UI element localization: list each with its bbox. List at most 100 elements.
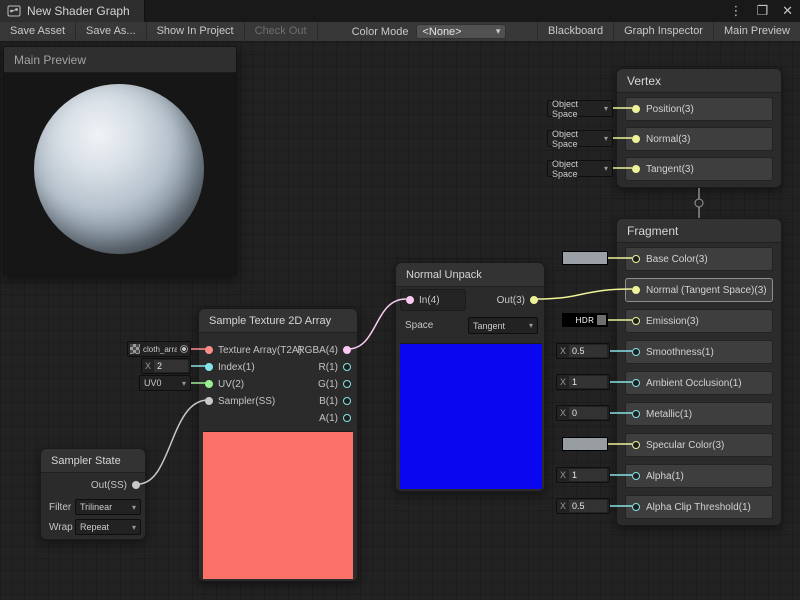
slot-label: RGBA(4) bbox=[297, 345, 338, 356]
fragment-node-title[interactable]: Fragment bbox=[617, 219, 781, 243]
slot-r: R(1) bbox=[319, 359, 351, 375]
object-space-dropdown-normal[interactable]: Object Space bbox=[547, 130, 613, 147]
port-r[interactable] bbox=[343, 363, 351, 371]
main-preview-panel[interactable]: Main Preview bbox=[3, 46, 237, 276]
alpha-value-field[interactable]: X 1 bbox=[556, 467, 610, 483]
port-base-color[interactable] bbox=[632, 255, 640, 263]
ambient-occlusion-value[interactable]: 1 bbox=[569, 376, 607, 388]
port-alpha-clip[interactable] bbox=[632, 503, 640, 511]
port-g[interactable] bbox=[343, 380, 351, 388]
port-b[interactable] bbox=[343, 397, 351, 405]
block-row-normal[interactable]: Normal(3) bbox=[625, 127, 773, 151]
smoothness-value-field[interactable]: X 0.5 bbox=[556, 343, 610, 359]
save-asset-button[interactable]: Save Asset bbox=[0, 22, 76, 42]
port-uv[interactable] bbox=[205, 380, 213, 388]
port-specular-color[interactable] bbox=[632, 441, 640, 449]
port-index[interactable] bbox=[205, 363, 213, 371]
block-row-emission[interactable]: Emission(3) bbox=[625, 309, 773, 333]
graph-canvas[interactable]: Main Preview Vertex Position(3) Normal(3… bbox=[0, 42, 800, 600]
index-value-field[interactable]: X 2 bbox=[141, 358, 191, 374]
filter-dropdown[interactable]: Trilinear bbox=[75, 499, 141, 515]
save-as-button[interactable]: Save As... bbox=[76, 22, 147, 42]
port-tangent[interactable] bbox=[632, 165, 640, 173]
object-field-value: cloth_array bbox=[143, 345, 177, 354]
index-value[interactable]: 2 bbox=[154, 360, 188, 372]
normal-unpack-title[interactable]: Normal Unpack bbox=[396, 263, 544, 287]
port-in[interactable] bbox=[406, 296, 414, 304]
port-normal[interactable] bbox=[632, 135, 640, 143]
object-space-dropdown-tangent[interactable]: Object Space bbox=[547, 160, 613, 177]
sample-texture-preview bbox=[203, 431, 353, 579]
specular-color-swatch[interactable] bbox=[562, 437, 608, 451]
block-row-normal-tangent-space[interactable]: Normal (Tangent Space)(3) bbox=[625, 278, 773, 302]
slot-label: Out(SS) bbox=[91, 480, 127, 491]
object-picker-icon[interactable] bbox=[180, 345, 188, 353]
port-position[interactable] bbox=[632, 105, 640, 113]
smoothness-value[interactable]: 0.5 bbox=[569, 345, 607, 357]
color-picker-icon[interactable] bbox=[597, 315, 606, 325]
port-texture-array[interactable] bbox=[205, 346, 213, 354]
block-label: Alpha Clip Threshold(1) bbox=[646, 502, 751, 513]
preview-sphere[interactable] bbox=[34, 84, 204, 254]
block-row-tangent[interactable]: Tangent(3) bbox=[625, 157, 773, 181]
sampler-state-title[interactable]: Sampler State bbox=[41, 449, 145, 473]
main-preview-button[interactable]: Main Preview bbox=[713, 22, 800, 42]
uv-channel-dropdown[interactable]: UV0 bbox=[139, 375, 191, 391]
blackboard-button[interactable]: Blackboard bbox=[537, 22, 613, 42]
alpha-value[interactable]: 1 bbox=[569, 469, 607, 481]
port-ambient-occlusion[interactable] bbox=[632, 379, 640, 387]
alpha-clip-value-field[interactable]: X 0.5 bbox=[556, 498, 610, 514]
port-metallic[interactable] bbox=[632, 410, 640, 418]
node-normal-unpack[interactable]: Normal Unpack In(4) Out(3) Space Tangent bbox=[395, 262, 545, 492]
block-row-smoothness[interactable]: Smoothness(1) bbox=[625, 340, 773, 364]
base-color-swatch[interactable] bbox=[562, 251, 608, 265]
ambient-occlusion-value-field[interactable]: X 1 bbox=[556, 374, 610, 390]
vertex-node-title[interactable]: Vertex bbox=[617, 69, 781, 93]
show-in-project-button[interactable]: Show In Project bbox=[147, 22, 245, 42]
maximize-icon[interactable]: ❒ bbox=[749, 3, 775, 19]
filter-label: Filter bbox=[49, 502, 71, 513]
block-row-position[interactable]: Position(3) bbox=[625, 97, 773, 121]
main-preview-viewport[interactable] bbox=[4, 73, 236, 275]
slot-texture-array: Texture Array(T2A) bbox=[205, 342, 302, 358]
port-alpha[interactable] bbox=[632, 472, 640, 480]
color-mode-value: <None> bbox=[422, 26, 461, 38]
port-smoothness[interactable] bbox=[632, 348, 640, 356]
x-label: X bbox=[557, 377, 569, 387]
cloth-array-object-field[interactable]: cloth_array bbox=[127, 341, 191, 357]
port-rgba[interactable] bbox=[343, 346, 351, 354]
port-out-ss[interactable] bbox=[132, 481, 140, 489]
port-emission[interactable] bbox=[632, 317, 640, 325]
block-row-specular-color[interactable]: Specular Color(3) bbox=[625, 433, 773, 457]
check-out-button[interactable]: Check Out bbox=[245, 22, 318, 42]
block-row-metallic[interactable]: Metallic(1) bbox=[625, 402, 773, 426]
more-icon[interactable]: ⋮ bbox=[722, 3, 749, 19]
block-row-ambient-occlusion[interactable]: Ambient Occlusion(1) bbox=[625, 371, 773, 395]
emission-hdr-swatch[interactable]: HDR bbox=[562, 313, 608, 327]
block-row-alpha-clip-threshold[interactable]: Alpha Clip Threshold(1) bbox=[625, 495, 773, 519]
sample-node-title[interactable]: Sample Texture 2D Array bbox=[199, 309, 357, 333]
port-normal-tangent[interactable] bbox=[632, 286, 640, 294]
color-mode-dropdown[interactable]: <None> ▾ bbox=[416, 24, 506, 39]
block-row-base-color[interactable]: Base Color(3) bbox=[625, 247, 773, 271]
metallic-value-field[interactable]: X 0 bbox=[556, 405, 610, 421]
graph-inspector-button[interactable]: Graph Inspector bbox=[613, 22, 713, 42]
node-sample-texture-2d-array[interactable]: Sample Texture 2D Array Texture Array(T2… bbox=[198, 308, 358, 582]
node-vertex[interactable]: Vertex Position(3) Normal(3) Tangent(3) bbox=[616, 68, 782, 188]
wrap-dropdown[interactable]: Repeat bbox=[75, 519, 141, 535]
node-sampler-state[interactable]: Sampler State Out(SS) Filter Trilinear W… bbox=[40, 448, 146, 540]
block-row-alpha[interactable]: Alpha(1) bbox=[625, 464, 773, 488]
port-a[interactable] bbox=[343, 414, 351, 422]
space-dropdown[interactable]: Tangent bbox=[468, 317, 538, 334]
node-fragment[interactable]: Fragment Base Color(3) Normal (Tangent S… bbox=[616, 218, 782, 526]
slot-out-ss: Out(SS) bbox=[91, 477, 140, 493]
port-out[interactable] bbox=[530, 296, 538, 304]
alpha-clip-value[interactable]: 0.5 bbox=[569, 500, 607, 512]
x-label: X bbox=[557, 501, 569, 511]
object-space-dropdown-position[interactable]: Object Space bbox=[547, 100, 613, 117]
close-icon[interactable]: ✕ bbox=[775, 3, 800, 19]
metallic-value[interactable]: 0 bbox=[569, 407, 607, 419]
filter-value: Trilinear bbox=[80, 502, 112, 512]
port-sampler[interactable] bbox=[205, 397, 213, 405]
tab-new-shader-graph[interactable]: New Shader Graph bbox=[0, 0, 145, 22]
